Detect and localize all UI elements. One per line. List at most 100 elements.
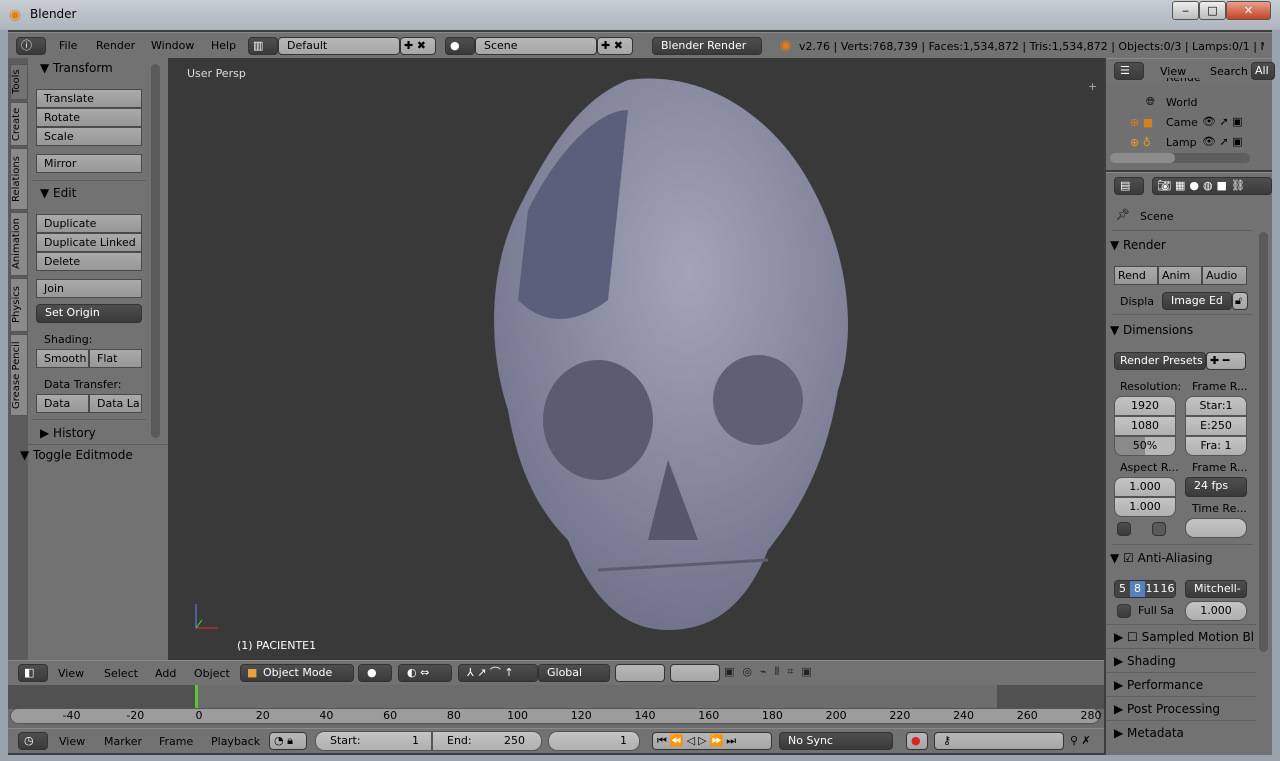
aa-filter-select[interactable]: Mitchell- xyxy=(1185,580,1247,598)
filter-select[interactable]: All xyxy=(1251,62,1275,80)
add-region-icon[interactable]: + xyxy=(1088,80,1097,93)
start-frame-field[interactable]: Start: 1 xyxy=(315,731,432,751)
scene-icon[interactable]: ● xyxy=(445,37,475,55)
visibility-icons[interactable]: 👁︎ ➚ ▣ xyxy=(1202,135,1243,148)
presets-add-remove[interactable]: ✚ ━ xyxy=(1206,352,1246,370)
mirror-button[interactable]: Mirror xyxy=(36,154,142,173)
timeline[interactable]: -40 -20 0 20 40 60 80 100 120 140 160 180 200 220 240 2… xyxy=(8,685,1104,728)
join-button[interactable]: Join xyxy=(36,279,142,298)
scale-button[interactable]: Scale xyxy=(36,127,142,146)
properties-scrollbar[interactable] xyxy=(1259,232,1268,652)
keying-set-field[interactable]: ⚷ xyxy=(934,732,1064,750)
translate-button[interactable]: Translate xyxy=(36,89,142,108)
menu-playback[interactable]: Playback xyxy=(211,735,260,748)
close-button[interactable]: ✕ xyxy=(1226,1,1271,20)
editor-type-3d-icon[interactable]: ◧ xyxy=(18,664,48,682)
properties-context-tabs[interactable]: 📷︎▦●◍■⛓︎ xyxy=(1152,177,1272,195)
editor-type-properties-icon[interactable]: ▤ xyxy=(1114,177,1144,195)
record-button[interactable]: ● xyxy=(906,732,928,750)
duplicate-button[interactable]: Duplicate xyxy=(36,214,142,233)
panel-metadata[interactable]: ▶ Metadata xyxy=(1106,720,1256,744)
tab-create[interactable]: Create xyxy=(10,102,28,146)
keyframe-icons[interactable]: ⚲ ✗ xyxy=(1070,734,1091,747)
tab-relations[interactable]: Relations xyxy=(10,148,28,210)
menu-frame[interactable]: Frame xyxy=(159,735,193,748)
panel-anti-aliasing[interactable]: ▼ ☑ Anti-Aliasing xyxy=(1110,547,1242,569)
tab-animation[interactable]: Animation xyxy=(10,212,28,276)
filter-size-field[interactable]: 1.000 xyxy=(1185,601,1247,621)
resolution-y-field[interactable]: 1080 xyxy=(1114,416,1176,436)
tab-physics[interactable]: Physics xyxy=(10,278,28,332)
playhead[interactable] xyxy=(195,685,198,709)
tab-grease-pencil[interactable]: Grease Pencil xyxy=(10,334,28,416)
editor-type-outliner-icon[interactable]: ☰ xyxy=(1114,62,1144,80)
panel-sampled-motion-bl[interactable]: ▶ ☐ Sampled Motion Bl xyxy=(1106,624,1256,648)
smooth-button[interactable]: Smooth xyxy=(36,349,89,368)
layout-field[interactable]: Default xyxy=(278,37,400,55)
pin-icon[interactable]: 📌︎ xyxy=(1116,208,1130,221)
maximize-button[interactable]: □ xyxy=(1199,1,1226,20)
playback-controls[interactable]: ⏮⏪◁▷⏩⏭ xyxy=(652,732,772,750)
panel-shading[interactable]: ▶ Shading xyxy=(1106,648,1256,672)
menu-window[interactable]: Window xyxy=(151,39,194,52)
flat-button[interactable]: Flat xyxy=(89,349,142,368)
resolution-x-field[interactable]: 1920 xyxy=(1114,396,1176,416)
data-transfer-button[interactable]: Data xyxy=(36,394,89,413)
editor-type-timeline-icon[interactable]: ◷ xyxy=(18,732,48,750)
set-origin-select[interactable]: Set Origin xyxy=(36,304,142,323)
aa-sample-16[interactable]: 16 xyxy=(1160,581,1175,597)
timeline-ruler[interactable]: -40 -20 0 20 40 60 80 100 120 140 160 180 200 220 240 2… xyxy=(10,708,1102,724)
snap-and-render-icons[interactable]: ▣◎⌁⫴⌗▣ xyxy=(724,665,820,679)
frame-start-field[interactable]: Star:1 xyxy=(1185,396,1247,416)
outliner-item-lamp[interactable]: Lamp xyxy=(1166,136,1197,149)
menu-view[interactable]: View xyxy=(59,735,85,748)
render-engine-select[interactable]: Blender Render xyxy=(652,37,762,55)
scene-field[interactable]: Scene xyxy=(475,37,597,55)
editor-type-info-icon[interactable]: ⓘ xyxy=(16,37,46,55)
layout-add-remove-buttons[interactable]: ✚ ✖ xyxy=(400,37,436,55)
viewport-shading-select[interactable]: ● xyxy=(358,664,392,682)
minimize-button[interactable]: ‒ xyxy=(1172,1,1199,20)
manipulator-buttons[interactable]: ⅄ ↗ ⌒ ↑ xyxy=(458,664,538,682)
menu-help[interactable]: Help xyxy=(211,39,236,52)
panel-edit[interactable]: ▼ Edit xyxy=(40,186,76,200)
data-layers-button[interactable]: Data La xyxy=(89,394,142,413)
current-frame-field[interactable]: 1 xyxy=(548,731,640,751)
render-button[interactable]: Rend xyxy=(1114,266,1158,285)
layers-grid-1[interactable] xyxy=(615,664,665,682)
menu-render[interactable]: Render xyxy=(96,39,135,52)
panel-transform[interactable]: ▼ Transform xyxy=(40,61,113,75)
resolution-percentage-slider[interactable]: 50% xyxy=(1114,436,1176,456)
3d-viewport[interactable]: User Persp (1) PACIENTE1 + xyxy=(168,58,1104,660)
duplicate-linked-button[interactable]: Duplicate Linked xyxy=(36,233,142,252)
outliner-hscrollbar[interactable] xyxy=(1110,153,1250,163)
panel-dimensions[interactable]: ▼ Dimensions xyxy=(1110,319,1242,341)
aa-checkbox[interactable]: ☑ xyxy=(1123,551,1134,565)
orientation-select[interactable]: Global xyxy=(538,664,610,682)
screen-layout-icon[interactable]: ▥ xyxy=(248,37,278,55)
keying-lock-buttons[interactable]: ◔ 🔒︎ xyxy=(269,732,307,750)
display-select[interactable]: Image Ed xyxy=(1162,292,1232,310)
outliner-item-render[interactable]: Rende xyxy=(1166,78,1201,84)
lock-icon[interactable]: 🔓︎ xyxy=(1232,292,1248,310)
panel-render[interactable]: ▼ Render xyxy=(1110,234,1242,256)
menu-select[interactable]: Select xyxy=(104,667,138,680)
panel-post-processing[interactable]: ▶ Post Processing xyxy=(1106,696,1256,720)
sync-select[interactable]: No Sync xyxy=(779,732,893,750)
pivot-select[interactable]: ◐ ⇔ xyxy=(398,664,452,682)
visibility-icons[interactable]: 👁︎ ➚ ▣ xyxy=(1202,115,1243,128)
outliner-item-camera[interactable]: Came xyxy=(1166,116,1198,129)
panel-toggle-editmode[interactable]: ▼ Toggle Editmode xyxy=(20,448,133,462)
menu-object[interactable]: Object xyxy=(194,667,230,680)
time-remap-fields[interactable] xyxy=(1185,518,1247,538)
frame-end-field[interactable]: E:250 xyxy=(1185,416,1247,436)
menu-view[interactable]: View xyxy=(58,667,84,680)
delete-button[interactable]: Delete xyxy=(36,252,142,271)
menu-marker[interactable]: Marker xyxy=(104,735,142,748)
render-presets-select[interactable]: Render Presets xyxy=(1114,352,1206,370)
menu-add[interactable]: Add xyxy=(155,667,176,680)
panel-performance[interactable]: ▶ Performance xyxy=(1106,672,1256,696)
aa-sample-8[interactable]: 8 xyxy=(1130,581,1145,597)
scene-add-remove-buttons[interactable]: ✚ ✖ xyxy=(597,37,633,55)
tool-shelf-scrollbar[interactable] xyxy=(151,64,160,438)
